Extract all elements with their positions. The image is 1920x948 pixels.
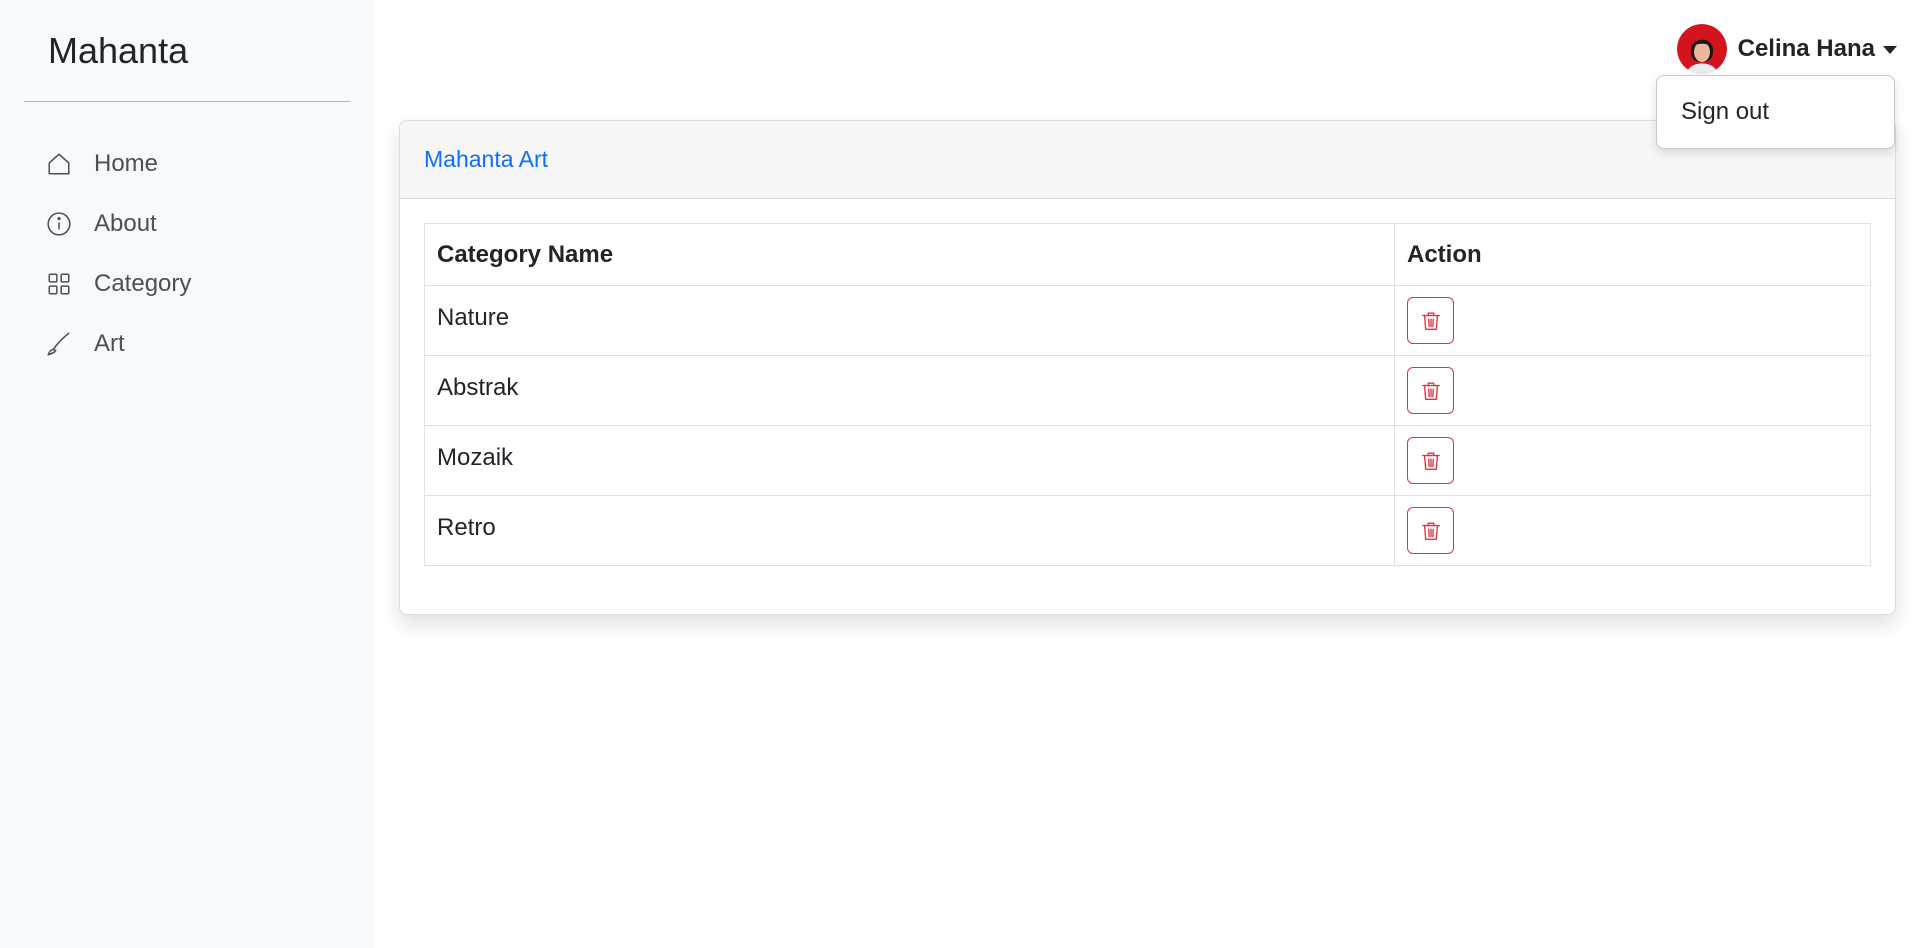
category-table: Category Name Action Nature Abstrak Moza… [424, 223, 1871, 566]
card-title: Mahanta Art [424, 146, 549, 172]
sidebar-item-label: Home [94, 150, 159, 177]
category-name-cell: Nature [424, 285, 1395, 356]
action-cell [1394, 285, 1871, 356]
sidebar-item-label: About [94, 210, 157, 237]
art-card: Mahanta Art Category Name Action Nature [399, 120, 1896, 615]
trash-icon [1421, 522, 1440, 540]
delete-button[interactable] [1407, 297, 1454, 344]
table-row: Nature [424, 285, 1871, 356]
user-dropdown-menu: Sign out [1656, 75, 1895, 149]
card-body: Category Name Action Nature Abstrak Moza… [400, 199, 1895, 566]
brand-title[interactable]: Mahanta [48, 30, 188, 72]
sidebar-item-art[interactable]: Art [0, 314, 375, 374]
action-cell [1394, 425, 1871, 496]
grid-icon [46, 271, 72, 297]
category-name-cell: Abstrak [424, 355, 1395, 426]
action-cell [1394, 495, 1871, 566]
caret-down-icon [1883, 46, 1897, 54]
delete-button[interactable] [1407, 437, 1454, 484]
delete-button[interactable] [1407, 367, 1454, 414]
user-name: Celina Hana [1737, 35, 1875, 62]
table-header-row: Category Name Action [424, 223, 1871, 286]
user-menu-toggle[interactable]: Celina Hana [1676, 24, 1897, 74]
table-row: Retro [424, 495, 1871, 566]
avatar [1676, 24, 1727, 74]
category-name-cell: Mozaik [424, 425, 1395, 496]
trash-icon [1421, 452, 1440, 470]
category-name-cell: Retro [424, 495, 1395, 566]
column-header-category-name: Category Name [424, 223, 1395, 286]
table-row: Mozaik [424, 425, 1871, 496]
sidebar-item-label: Art [94, 330, 125, 357]
trash-icon [1421, 312, 1440, 330]
sidebar-item-label: Category [94, 270, 192, 297]
sidebar-divider [24, 101, 350, 102]
trash-icon [1421, 382, 1440, 400]
sidebar-item-category[interactable]: Category [0, 254, 375, 314]
sidebar-nav: Home About Category Art [0, 134, 375, 374]
delete-button[interactable] [1407, 507, 1454, 554]
sidebar-item-home[interactable]: Home [0, 134, 375, 194]
brush-icon [46, 331, 72, 357]
sidebar-item-about[interactable]: About [0, 194, 375, 254]
table-row: Abstrak [424, 355, 1871, 426]
home-icon [46, 151, 72, 177]
column-header-action: Action [1394, 223, 1871, 286]
sidebar: Mahanta Home About Category Art [0, 0, 375, 948]
sign-out-menu-item[interactable]: Sign out [1681, 98, 1769, 126]
info-icon [46, 211, 72, 237]
action-cell [1394, 355, 1871, 426]
